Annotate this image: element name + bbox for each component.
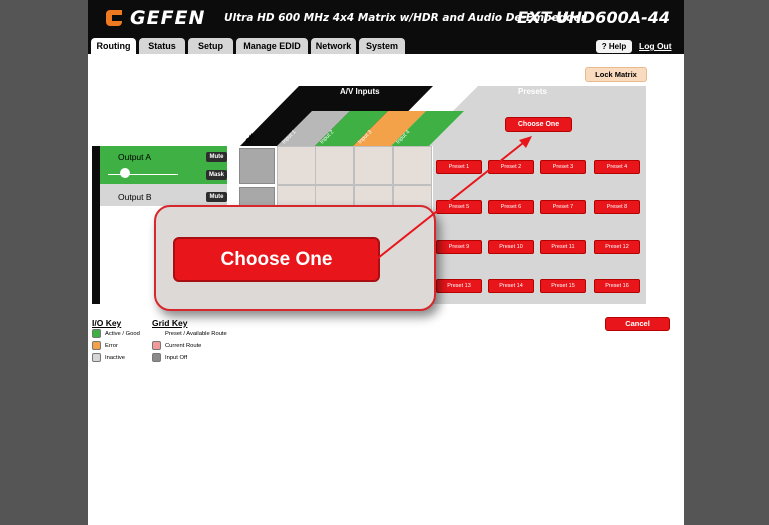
input-off-swatch-icon	[152, 353, 161, 362]
io-key-error-label: Error	[105, 342, 118, 349]
io-key-inactive: Inactive	[92, 353, 125, 362]
io-key-active: Active / Good	[92, 329, 140, 338]
grid-key-current-label: Current Route	[165, 342, 202, 349]
grid-key-title: Grid Key	[152, 318, 188, 328]
io-key-title: I/O Key	[92, 318, 122, 328]
io-key-error: Error	[92, 341, 118, 350]
grid-key-off: Input Off	[152, 353, 187, 362]
io-key-active-label: Active / Good	[105, 330, 140, 337]
app-frame: GEFEN Ultra HD 600 MHz 4x4 Matrix w/HDR …	[88, 0, 684, 525]
preset-swatch-icon	[152, 329, 161, 338]
grid-key-preset: Preset / Available Route	[152, 329, 227, 338]
io-key-inactive-label: Inactive	[105, 354, 125, 361]
active-swatch-icon	[92, 329, 101, 338]
inactive-swatch-icon	[92, 353, 101, 362]
cancel-button[interactable]: Cancel	[605, 317, 670, 331]
error-swatch-icon	[92, 341, 101, 350]
grid-key-off-label: Input Off	[165, 354, 188, 361]
grid-key-current: Current Route	[152, 341, 201, 350]
current-route-swatch-icon	[152, 341, 161, 350]
callout-arrow-icon	[353, 136, 532, 263]
grid-key-preset-label: Preset / Available Route	[165, 330, 227, 337]
